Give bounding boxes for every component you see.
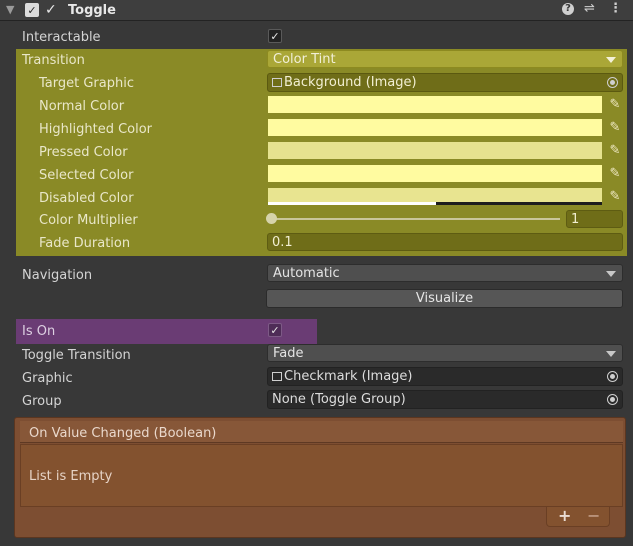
eyedropper-icon[interactable]: ✎ bbox=[605, 95, 625, 114]
graphic-label: Graphic bbox=[22, 371, 73, 386]
remove-listener-button[interactable]: − bbox=[587, 508, 600, 524]
fade-duration-label: Fade Duration bbox=[39, 236, 131, 251]
group-field[interactable]: None (Toggle Group) bbox=[267, 390, 623, 409]
visualize-button[interactable]: Visualize bbox=[266, 289, 623, 308]
help-icon[interactable]: ? bbox=[562, 3, 574, 15]
interactable-label: Interactable bbox=[22, 30, 101, 45]
normal-color-label: Normal Color bbox=[39, 99, 125, 114]
color-multiplier-slider-handle[interactable] bbox=[266, 213, 277, 224]
add-listener-button[interactable]: + bbox=[558, 508, 571, 524]
disabled-color-alpha-bar bbox=[268, 202, 436, 205]
toggle-transition-dropdown[interactable]: Fade bbox=[267, 344, 623, 362]
selected-color-label: Selected Color bbox=[39, 168, 134, 183]
component-enabled-checkbox[interactable]: ✓ bbox=[25, 3, 39, 17]
transition-label: Transition bbox=[22, 53, 85, 68]
graphic-field[interactable]: Checkmark (Image) bbox=[267, 367, 623, 386]
group-label: Group bbox=[22, 394, 62, 409]
disabled-color-alpha-remainder bbox=[436, 202, 602, 205]
pressed-color-label: Pressed Color bbox=[39, 145, 128, 160]
image-icon bbox=[272, 78, 282, 87]
group-value: None (Toggle Group) bbox=[272, 392, 406, 407]
toggle-transition-dropdown-value: Fade bbox=[273, 346, 304, 361]
color-multiplier-input[interactable]: 1 bbox=[566, 210, 623, 228]
navigation-dropdown[interactable]: Automatic bbox=[267, 264, 623, 282]
object-picker-icon[interactable] bbox=[607, 394, 618, 405]
event-title: On Value Changed (Boolean) bbox=[29, 426, 217, 441]
is-on-checkbox[interactable]: ✓ bbox=[268, 323, 282, 337]
navigation-label: Navigation bbox=[22, 268, 93, 283]
disabled-color-label: Disabled Color bbox=[39, 191, 134, 206]
eyedropper-icon[interactable]: ✎ bbox=[605, 141, 625, 160]
selected-color-swatch[interactable] bbox=[268, 165, 602, 182]
interactable-checkbox[interactable]: ✓ bbox=[268, 29, 282, 43]
highlighted-color-label: Highlighted Color bbox=[39, 122, 153, 137]
target-graphic-field[interactable]: Background (Image) bbox=[267, 73, 623, 92]
chevron-down-icon bbox=[606, 351, 616, 357]
color-multiplier-slider-track[interactable] bbox=[272, 218, 560, 220]
eyedropper-icon[interactable]: ✎ bbox=[605, 164, 625, 183]
target-graphic-value: Background (Image) bbox=[284, 75, 417, 90]
fade-duration-input[interactable]: 0.1 bbox=[267, 233, 623, 251]
object-picker-icon[interactable] bbox=[607, 77, 618, 88]
chevron-down-icon bbox=[606, 57, 616, 63]
component-title: Toggle bbox=[68, 3, 116, 18]
toggle-transition-label: Toggle Transition bbox=[22, 348, 131, 363]
pressed-color-swatch[interactable] bbox=[268, 142, 602, 159]
color-multiplier-label: Color Multiplier bbox=[39, 213, 138, 228]
chevron-down-icon bbox=[606, 271, 616, 277]
context-menu-icon[interactable]: ⋮ bbox=[609, 2, 622, 15]
normal-color-swatch[interactable] bbox=[268, 96, 602, 113]
event-empty-text: List is Empty bbox=[29, 469, 113, 484]
is-on-label: Is On bbox=[22, 324, 56, 339]
image-icon bbox=[272, 372, 282, 381]
transition-dropdown[interactable]: Color Tint bbox=[267, 50, 623, 68]
highlighted-color-swatch[interactable] bbox=[268, 119, 602, 136]
presets-icon[interactable]: ⇌ bbox=[584, 2, 595, 15]
target-graphic-label: Target Graphic bbox=[39, 76, 134, 91]
toggle-component-icon: ✓ bbox=[45, 2, 57, 18]
eyedropper-icon[interactable]: ✎ bbox=[605, 118, 625, 137]
graphic-value: Checkmark (Image) bbox=[284, 369, 413, 384]
object-picker-icon[interactable] bbox=[607, 371, 618, 382]
transition-dropdown-value: Color Tint bbox=[273, 52, 336, 67]
navigation-dropdown-value: Automatic bbox=[273, 266, 340, 281]
foldout-arrow-icon[interactable]: ▼ bbox=[6, 4, 14, 15]
eyedropper-icon[interactable]: ✎ bbox=[605, 187, 625, 206]
